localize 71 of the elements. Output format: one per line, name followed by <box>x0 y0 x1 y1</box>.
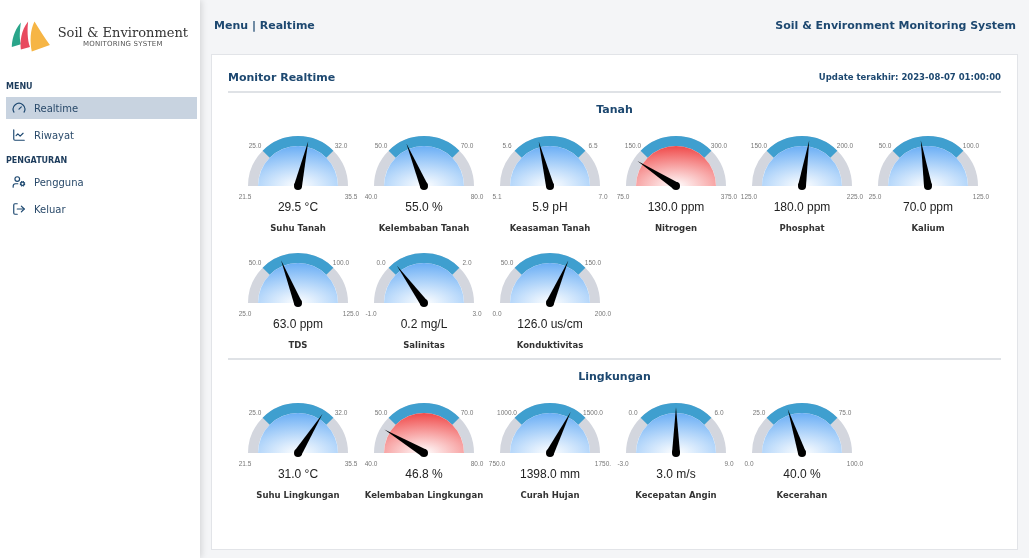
gauge-range-band <box>388 136 460 158</box>
gauge-needle <box>396 265 428 307</box>
gauge-range-band <box>640 403 712 425</box>
gauge-value: 55.0 % <box>405 200 443 214</box>
gauge-value: 1398.0 mm <box>520 467 580 481</box>
brand-title: Soil & Environment <box>57 24 188 40</box>
gauge-label: Kecepatan Angin <box>635 490 717 500</box>
gauge-needle <box>406 143 428 190</box>
app-title: Soil & Environment Monitoring System <box>775 18 1016 32</box>
gauge-needle <box>384 429 428 457</box>
gauge-range-band <box>388 253 460 275</box>
gauge-label: Suhu Lingkungan <box>256 490 340 500</box>
gauge-needle <box>787 409 806 457</box>
breadcrumb: Menu | Realtime <box>214 18 315 32</box>
gauge-value: 126.0 us/cm <box>517 317 583 331</box>
gauge-range-band <box>262 253 334 275</box>
gauge-needle <box>546 260 569 307</box>
sidebar-item[interactable]: Realtime <box>6 97 197 119</box>
gauge-value: 46.8 % <box>405 467 443 481</box>
gauge-icon <box>12 101 26 115</box>
sidebar-item[interactable]: Keluar <box>6 198 197 220</box>
gauge-label: Curah Hujan <box>520 490 580 500</box>
gauge-label: Kalium <box>911 223 945 233</box>
gauge-value: 0.2 mg/L <box>400 317 448 331</box>
gauge-value: 63.0 ppm <box>272 317 323 331</box>
sidebar-item[interactable]: Pengguna <box>6 171 197 193</box>
gauge-label: Konduktivitas <box>516 340 584 350</box>
card-title: Monitor Realtime <box>228 70 336 84</box>
gauge-value: 130.0 ppm <box>647 200 705 214</box>
gauge-value: 3.0 m/s <box>656 467 696 481</box>
gauge-label: Phosphat <box>779 223 825 233</box>
gauge-range-band <box>892 136 964 158</box>
gauge-label: Suhu Tanah <box>270 223 326 233</box>
gauge-label: Kelembaban Tanah <box>378 223 470 233</box>
gauge-range-band <box>640 136 712 158</box>
sidebar-item[interactable]: Riwayat <box>6 124 197 146</box>
gauge-label: Kelembaban Lingkungan <box>364 490 484 500</box>
gauge-needle <box>294 141 309 190</box>
gauge-range-band <box>766 403 838 425</box>
section-title: Tanah <box>595 103 634 116</box>
gauge-range-band <box>388 403 460 425</box>
gauge-needle <box>798 140 810 190</box>
gauge-value: 180.0 ppm <box>773 200 831 214</box>
gauge-needle <box>546 411 571 457</box>
section-title: Lingkungan <box>577 370 652 383</box>
gauge-label: Kecerahan <box>776 490 828 500</box>
logout-icon <box>12 202 26 216</box>
gauge-value: 31.0 °C <box>277 467 319 481</box>
gauge-range-band <box>514 253 586 275</box>
gauge-needle <box>538 141 554 190</box>
sidebar-heading: MENU <box>5 82 34 91</box>
last-update-text: Update terakhir: 2023-08-07 01:00:00 <box>818 72 1001 82</box>
gauge-label: Nitrogen <box>655 223 697 233</box>
gauge-range-band <box>262 403 334 425</box>
sidebar-heading: PENGATURAN <box>5 156 69 165</box>
gauge-range-band <box>262 136 334 158</box>
gauge-value: 29.5 °C <box>277 200 319 214</box>
user-gear-icon <box>12 175 26 189</box>
gauge-label: Salinitas <box>403 340 445 350</box>
gauge-needle <box>281 260 302 307</box>
gauge-range-band <box>766 136 838 158</box>
gauge-needle <box>920 140 932 190</box>
gauge-label: Keasaman Tanah <box>509 223 591 233</box>
gauge-value: 40.0 % <box>783 467 821 481</box>
line-chart-icon <box>12 128 26 142</box>
gauge-label: TDS <box>288 340 308 350</box>
gauge-needle <box>637 160 680 190</box>
gauge-needle <box>294 414 323 457</box>
gauge-value: 5.9 pH <box>532 200 568 214</box>
gauge-range-band <box>514 136 586 158</box>
gauge-value: 70.0 ppm <box>902 200 953 214</box>
